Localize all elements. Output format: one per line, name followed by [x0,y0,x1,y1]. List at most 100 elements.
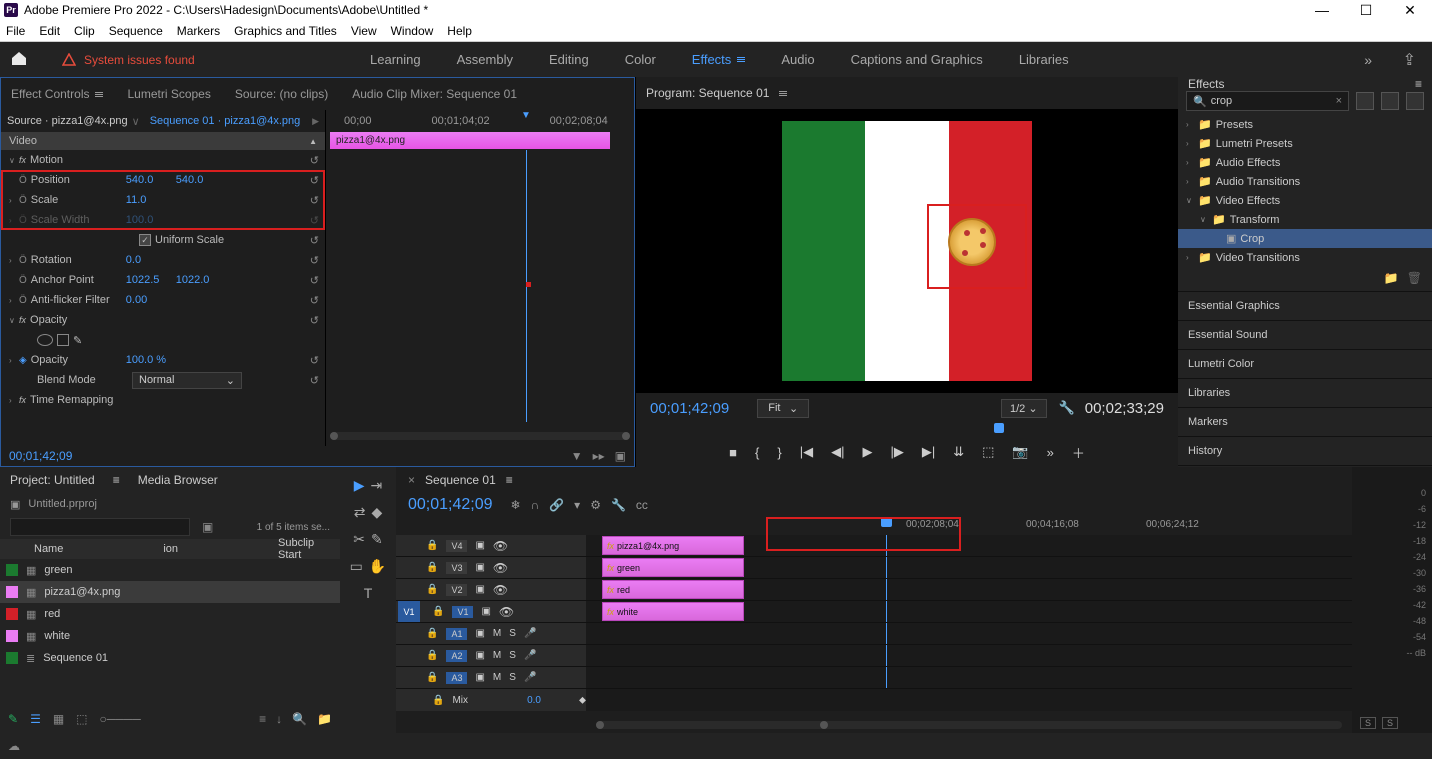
reset-icon[interactable]: ↺ [310,314,319,327]
tab-audio-clip-mixer[interactable]: Audio Clip Mixer: Sequence 01 [352,87,517,101]
panel-menu-icon[interactable] [779,91,787,96]
ec-anchor-y[interactable]: 1022.0 [176,274,210,286]
tab-project[interactable]: Project: Untitled [10,473,95,487]
timeline-playhead-handle[interactable] [881,517,892,527]
mark-clip-icon[interactable]: } [777,445,781,460]
type-tool-icon[interactable]: T [364,585,373,601]
maximize-button[interactable]: ☐ [1344,0,1388,20]
cc-icon[interactable]: cc [636,498,648,512]
project-item-pizza[interactable]: ▦pizza1@4x.png [0,581,340,603]
track-a1-label[interactable]: A1 [446,628,467,640]
timeline-sequence-tab[interactable]: Sequence 01 [425,473,496,487]
reset-icon[interactable]: ↺ [310,354,319,367]
effects-audiotrans-folder[interactable]: ›📁Audio Transitions [1178,172,1432,191]
effects-filter-yuv[interactable] [1406,92,1424,110]
lock-icon[interactable]: 🔒 [426,562,438,573]
workspace-assembly[interactable]: Assembly [457,52,513,67]
close-button[interactable]: ✕ [1388,0,1432,20]
tab-source[interactable]: Source: (no clips) [235,87,328,101]
mic-icon[interactable]: 🎤 [524,650,536,661]
panel-menu-icon[interactable]: ≡ [506,473,513,487]
ec-anchor-x[interactable]: 1022.5 [126,274,176,286]
panel-essential-sound[interactable]: Essential Sound [1178,320,1432,349]
track-select-tool-icon[interactable]: ⇥ [371,477,383,494]
mute-button[interactable]: M [493,672,501,683]
link-icon[interactable]: 🔗 [549,498,564,512]
meter-solo-r[interactable]: S [1382,717,1398,729]
extract-icon[interactable]: ⬚ [982,444,994,460]
export-frame-icon[interactable]: 📷 [1012,444,1028,460]
reset-icon[interactable]: ↺ [310,174,319,187]
go-out-icon[interactable]: ▶| [922,444,935,460]
kf-nav-icon[interactable]: ▸▸ [593,449,605,463]
sort-icon[interactable]: ≡ [259,712,266,726]
blend-mode-select[interactable]: Normal⌄ [132,372,242,389]
project-item-white[interactable]: ▦white [0,625,340,647]
menu-edit[interactable]: Edit [39,24,60,38]
clip-white[interactable]: fxwhite [602,602,744,621]
play-icon[interactable]: ▶ [862,444,872,460]
menu-view[interactable]: View [351,24,377,38]
effects-transform-folder[interactable]: ∨📁Transform [1178,210,1432,229]
effects-search-input[interactable]: 🔍crop× [1186,91,1349,111]
ec-antiflicker-row[interactable]: ›ÖAnti-flicker Filter0.00↺ [1,290,325,310]
ec-opacityval-row[interactable]: ›◈Opacity100.0 %↺ [1,350,325,370]
lift-icon[interactable]: ⇊ [953,444,964,460]
track-v1-label[interactable]: V1 [452,606,473,618]
lock-icon[interactable]: 🔒 [426,540,438,551]
eye-icon[interactable]: 👁 [493,583,508,597]
ec-timecode[interactable]: 00;01;42;09 [9,449,72,463]
panel-essential-graphics[interactable]: Essential Graphics [1178,291,1432,320]
button-editor-icon[interactable]: ＋ [1072,443,1085,462]
step-fwd-icon[interactable]: |▶ [890,444,903,460]
lock-icon[interactable]: 🔒 [426,628,438,639]
track-mix-value[interactable]: 0.0 [527,695,541,706]
clip-green[interactable]: fxgreen [602,558,744,577]
wrench-icon[interactable]: 🔧 [611,498,626,512]
automate-icon[interactable]: ↓ [276,712,282,726]
ec-scale-row[interactable]: ›ÖScale11.0↺ [1,190,325,210]
track-a2-header[interactable]: 🔒A2▣MS🎤 [396,645,586,666]
ec-anchor-row[interactable]: ÖAnchor Point1022.51022.0↺ [1,270,325,290]
panel-menu-icon[interactable]: ≡ [1415,77,1422,91]
filter-icon[interactable]: ▼ [571,449,583,463]
lock-icon[interactable]: 🔒 [432,606,444,617]
lock-icon[interactable]: 🔒 [426,672,438,683]
track-v4-header[interactable]: 🔒V4▣👁 [396,535,586,556]
clip-red[interactable]: fxred [602,580,744,599]
track-v4-label[interactable]: V4 [446,540,467,552]
track-v3-label[interactable]: V3 [446,562,467,574]
panel-history[interactable]: History [1178,436,1432,465]
workspace-overflow-icon[interactable]: » [1364,52,1372,68]
find-icon[interactable]: 🔍 [292,712,307,726]
eye-icon[interactable]: 👁 [499,605,514,619]
reset-icon[interactable]: ↺ [310,234,319,247]
track-a3-header[interactable]: 🔒A3▣MS🎤 [396,667,586,688]
mask-pen-icon[interactable]: ✎ [73,334,82,347]
mute-button[interactable]: M [493,628,501,639]
ec-blend-row[interactable]: Blend ModeNormal⌄↺ [1,370,325,390]
effects-tab[interactable]: Effects [1188,77,1224,91]
ec-position-x[interactable]: 540.0 [126,174,176,186]
zoom-slider[interactable]: ○──── [100,712,141,726]
workspace-editing[interactable]: Editing [549,52,589,67]
new-bin-icon[interactable]: 📁 [1384,271,1399,285]
reset-icon[interactable]: ↺ [310,274,319,287]
effects-videotrans-folder[interactable]: ›📁Video Transitions [1178,248,1432,267]
selection-tool-icon[interactable]: ▶ [354,477,365,494]
effects-audioeffects-folder[interactable]: ›📁Audio Effects [1178,153,1432,172]
go-in-icon[interactable]: |◀ [800,444,813,460]
new-bin-icon[interactable]: 📁 [317,712,332,726]
panel-markers[interactable]: Markers [1178,407,1432,436]
ripple-tool-icon[interactable]: ⇄ [354,504,366,521]
solo-button[interactable]: S [509,650,516,661]
marker-icon[interactable]: ▾ [574,498,580,512]
tab-media-browser[interactable]: Media Browser [138,473,218,487]
track-v3-header[interactable]: 🔒V3▣👁 [396,557,586,578]
effects-presets-folder[interactable]: ›📁Presets [1178,115,1432,134]
program-monitor[interactable] [636,109,1178,393]
effects-videoeffects-folder[interactable]: ∨📁Video Effects [1178,191,1432,210]
snap-icon[interactable]: ❄ [511,498,521,512]
track-a2-label[interactable]: A2 [446,650,467,662]
ec-antiflicker-value[interactable]: 0.00 [126,294,176,306]
